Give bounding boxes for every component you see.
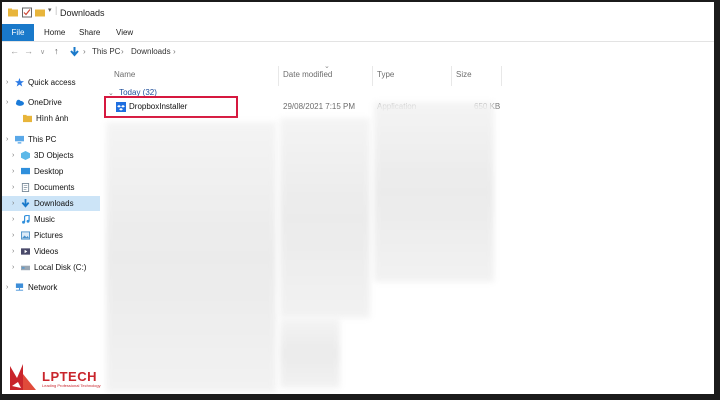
nav-item-videos[interactable]: › Videos [2, 244, 100, 259]
logo-wordmark: LPTECH [42, 369, 97, 384]
breadcrumb[interactable]: › This PC › Downloads › [70, 45, 713, 58]
tab-view[interactable]: View [116, 24, 133, 41]
blurred-region [280, 118, 370, 318]
file-list: ⌄ Name Date modified Type Size ⌄ Today (… [104, 62, 714, 392]
title-bar: ▾ | Downloads [2, 2, 714, 24]
cloud-icon [15, 99, 24, 106]
expand-chevron-icon[interactable]: › [12, 260, 14, 275]
disk-icon [21, 265, 30, 271]
breadcrumb-downloads[interactable]: Downloads [131, 45, 171, 58]
column-separator[interactable] [278, 66, 279, 86]
expand-chevron-icon[interactable]: › [12, 148, 14, 163]
tab-file[interactable]: File [2, 24, 34, 41]
forward-arrow-icon[interactable]: → [24, 46, 33, 56]
nav-label: Pictures [34, 231, 63, 240]
nav-item-documents[interactable]: › Documents [2, 180, 100, 195]
desktop-icon [21, 167, 30, 175]
recent-locations-icon[interactable]: ∨ [40, 48, 45, 56]
blurred-region [374, 102, 494, 282]
nav-label: Documents [34, 183, 75, 192]
up-arrow-icon[interactable]: ↑ [54, 46, 59, 56]
expand-chevron-icon[interactable]: › [6, 95, 8, 110]
tab-home[interactable]: Home [44, 24, 65, 41]
column-header-date[interactable]: Date modified [283, 70, 332, 79]
nav-item-quick-access[interactable]: › Quick access [2, 75, 100, 90]
expand-chevron-icon[interactable]: › [12, 228, 14, 243]
video-icon [21, 248, 30, 255]
title-separator: | [55, 5, 58, 15]
expand-chevron-icon[interactable]: › [12, 212, 14, 227]
explorer-icon [8, 8, 18, 17]
nav-item-this-pc[interactable]: › This PC [2, 132, 100, 147]
column-separator[interactable] [501, 66, 502, 86]
new-folder-icon[interactable] [35, 7, 45, 18]
expand-chevron-icon[interactable]: › [6, 75, 8, 90]
ribbon-tabs: File Home Share View [2, 24, 714, 42]
nav-item-downloads[interactable]: › Downloads [2, 196, 100, 211]
nav-item-network[interactable]: › Network [2, 280, 100, 295]
nav-label: Hình ảnh [36, 114, 69, 123]
nav-label: Desktop [34, 167, 64, 176]
back-arrow-icon[interactable]: ← [10, 46, 19, 56]
navigation-pane: › Quick access › OneDrive Hình ảnh › Thi… [2, 70, 102, 370]
nav-label: Music [34, 215, 55, 224]
nav-label: Videos [34, 247, 59, 256]
breadcrumb-chevron-icon: › [173, 47, 176, 56]
nav-label: Quick access [28, 78, 76, 87]
nav-label: 3D Objects [34, 151, 74, 160]
expand-chevron-icon[interactable]: › [6, 132, 8, 147]
blurred-region [280, 318, 340, 388]
cube-icon [21, 151, 30, 160]
logo-tagline: Leading Professional Technology [42, 383, 101, 388]
nav-label: This PC [28, 135, 57, 144]
logo-mark-icon [10, 364, 36, 390]
tab-share[interactable]: Share [79, 24, 100, 41]
explorer-window: ▾ | Downloads File Home Share View ← → ∨… [2, 2, 714, 394]
column-header-name[interactable]: Name [114, 70, 135, 79]
customize-toolbar-icon[interactable]: ▾ [48, 6, 52, 17]
computer-icon [15, 135, 24, 144]
nav-item-hinh-anh[interactable]: Hình ảnh [2, 111, 100, 126]
network-icon [15, 283, 24, 291]
expand-chevron-icon[interactable]: › [6, 280, 8, 295]
highlight-box [104, 96, 238, 118]
address-bar: ← → ∨ ↑ › This PC › Downloads › [2, 42, 714, 62]
breadcrumb-this-pc[interactable]: This PC [92, 45, 120, 58]
nav-label: Local Disk (C:) [34, 263, 87, 272]
nav-item-3d-objects[interactable]: › 3D Objects [2, 148, 100, 163]
expand-chevron-icon[interactable]: › [12, 180, 14, 195]
properties-icon[interactable] [22, 7, 32, 18]
nav-item-music[interactable]: › Music [2, 212, 100, 227]
nav-label: Downloads [34, 199, 74, 208]
nav-item-onedrive[interactable]: › OneDrive [2, 95, 100, 110]
nav-label: OneDrive [28, 98, 62, 107]
column-header-type[interactable]: Type [377, 70, 394, 79]
lptech-logo: LPTECH Leading Professional Technology [8, 360, 128, 394]
expand-chevron-icon[interactable]: › [12, 244, 14, 259]
expand-chevron-icon[interactable]: › [12, 196, 14, 211]
music-icon [22, 215, 30, 224]
nav-label: Network [28, 283, 58, 292]
breadcrumb-chevron-icon: › [121, 47, 124, 56]
folder-icon [23, 114, 32, 123]
breadcrumb-chevron-icon: › [83, 47, 86, 56]
sort-chevron-icon: ⌄ [324, 63, 330, 70]
column-separator[interactable] [451, 66, 452, 86]
nav-item-local-disk[interactable]: › Local Disk (C:) [2, 260, 100, 275]
document-icon [21, 183, 30, 192]
download-location-icon [70, 47, 79, 57]
window-title: Downloads [60, 8, 105, 18]
nav-item-desktop[interactable]: › Desktop [2, 164, 100, 179]
star-icon [15, 78, 24, 87]
blurred-region [106, 122, 276, 392]
expand-chevron-icon[interactable]: › [12, 164, 14, 179]
file-date: 29/08/2021 7:15 PM [283, 102, 356, 111]
download-icon [21, 199, 30, 208]
column-separator[interactable] [372, 66, 373, 86]
column-header-size[interactable]: Size [456, 70, 472, 79]
picture-icon [21, 231, 30, 240]
nav-item-pictures[interactable]: › Pictures [2, 228, 100, 243]
